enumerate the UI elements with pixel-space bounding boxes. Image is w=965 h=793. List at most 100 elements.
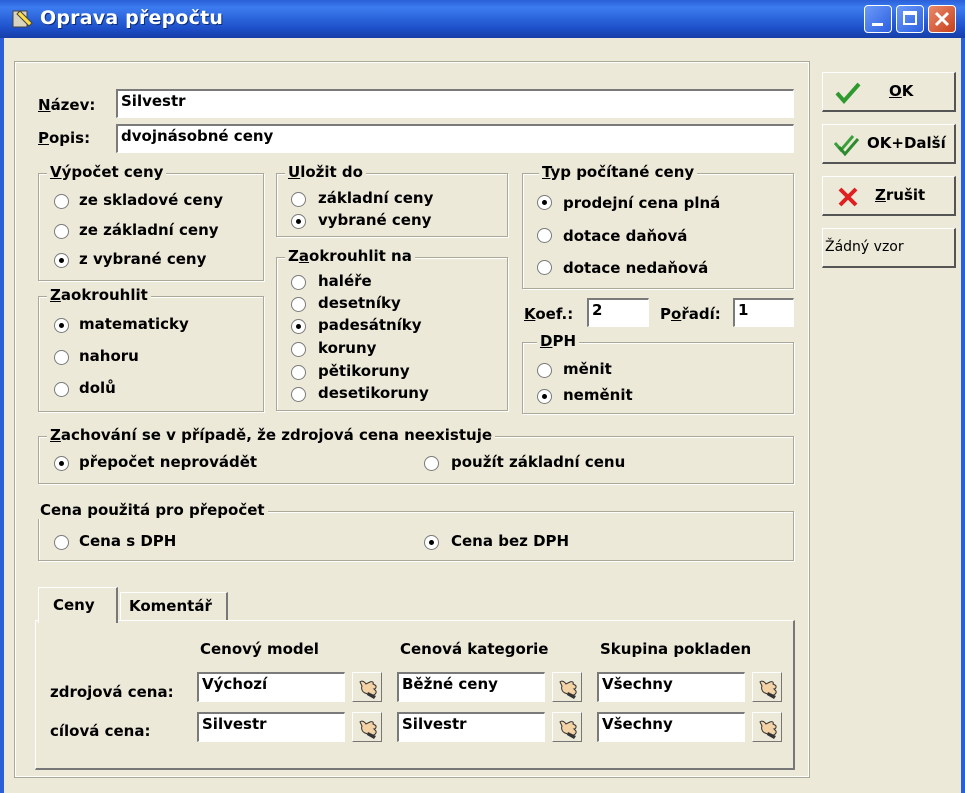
petikoruny-label: pětikoruny <box>318 362 410 380</box>
dph-title: DPH <box>537 332 580 350</box>
minimize-icon <box>872 23 883 26</box>
halere-label: haléře <box>318 272 372 290</box>
radio-cena-s-dph[interactable] <box>54 535 69 550</box>
nazev-input[interactable]: Silvestr <box>116 89 794 118</box>
radio-prodejni-cena-plna[interactable] <box>537 195 552 210</box>
zakladni-ceny-label: základní ceny <box>318 189 434 207</box>
zdroj-cenova-kategorie-input[interactable]: Běžné ceny <box>397 672 545 702</box>
desetniky-label: desetníky <box>318 294 401 312</box>
checkmark-icon <box>835 82 861 105</box>
zdrojova-cena-label: zdrojová cena: <box>50 683 174 701</box>
cil-skupina-pokladen-input[interactable]: Všechny <box>597 712 745 742</box>
app-icon <box>12 10 33 28</box>
tab-komentar-label: Komentář <box>129 597 212 615</box>
radio-halere[interactable] <box>291 275 306 290</box>
prodejni-cena-plna-label: prodejní cena plná <box>563 194 721 212</box>
ok-label: OK <box>889 82 914 100</box>
zdroj-skupina-pokladen-input[interactable]: Všechny <box>597 672 745 702</box>
prepocet-neprovadet-label: přepočet neprovádět <box>79 453 258 471</box>
zaokrouhlit-na-title: Zaokrouhlit na <box>285 247 415 265</box>
cil-cenovy-model-pick-button[interactable] <box>352 712 382 742</box>
menit-label: měnit <box>563 360 612 378</box>
radio-ze-zakladni-ceny[interactable] <box>54 224 69 239</box>
zrusit-button[interactable]: Zrušit <box>822 176 956 216</box>
nahoru-label: nahoru <box>79 347 139 365</box>
hand-pointer-icon <box>759 680 777 699</box>
poradi-input[interactable]: 1 <box>733 298 794 327</box>
vybrane-ceny-label: vybrané ceny <box>318 211 432 229</box>
radio-menit[interactable] <box>537 363 552 378</box>
maximize-icon <box>903 11 917 25</box>
cena-bez-dph-label: Cena bez DPH <box>451 532 570 550</box>
padesatniky-label: padesátníky <box>318 316 422 334</box>
zadny-vzor-button[interactable]: Žádný vzor <box>822 228 956 268</box>
radio-pouzit-zakladni-cenu[interactable] <box>424 456 439 471</box>
minimize-button[interactable] <box>864 5 892 33</box>
cena-s-dph-label: Cena s DPH <box>79 532 177 550</box>
radio-nemenit[interactable] <box>537 389 552 404</box>
radio-z-vybrane-ceny[interactable] <box>54 253 69 268</box>
maximize-button[interactable] <box>896 5 924 33</box>
radio-prepocet-neprovadet[interactable] <box>54 456 69 471</box>
zdroj-cenova-kategorie-pick-button[interactable] <box>552 672 582 702</box>
cena-pouzita-title: Cena použitá pro přepočet <box>37 501 268 519</box>
koef-input[interactable]: 2 <box>587 298 649 327</box>
cancel-x-icon <box>838 187 858 207</box>
col-cenova-kategorie: Cenová kategorie <box>400 640 549 658</box>
nemenit-label: neměnit <box>563 386 633 404</box>
tab-komentar[interactable]: Komentář <box>120 592 228 620</box>
radio-padesatniky[interactable] <box>291 319 306 334</box>
ulozit-do-title: Uložit do <box>285 163 366 181</box>
radio-petikoruny[interactable] <box>291 365 306 380</box>
poradi-label: Pořadí: <box>660 305 721 323</box>
radio-dolu[interactable] <box>54 382 69 397</box>
radio-desetniky[interactable] <box>291 297 306 312</box>
zaokrouhlit-group: Zaokrouhlit <box>38 286 264 412</box>
vypocet-ceny-title: Výpočet ceny <box>47 163 167 181</box>
koef-label: Koef.: <box>524 305 574 323</box>
tab-ceny[interactable]: Ceny <box>38 587 118 623</box>
radio-koruny[interactable] <box>291 342 306 357</box>
zdroj-cenovy-model-pick-button[interactable] <box>352 672 382 702</box>
radio-desetikoruny[interactable] <box>291 387 306 402</box>
zdroj-cenovy-model-input[interactable]: Výchozí <box>197 672 345 702</box>
dotace-nedanova-label: dotace nedaňová <box>563 259 709 277</box>
matematicky-label: matematicky <box>79 315 189 333</box>
hand-pointer-icon <box>359 680 377 699</box>
koruny-label: koruny <box>318 339 377 357</box>
cilova-cena-label: cílová cena: <box>50 722 151 740</box>
double-checkmark-icon <box>833 135 860 157</box>
ze-zakladni-ceny-label: ze základní ceny <box>79 221 219 239</box>
window-title: Oprava přepočtu <box>40 7 224 29</box>
pouzit-zakladni-cenu-label: použít základní cenu <box>451 453 626 471</box>
radio-zakladni-ceny[interactable] <box>291 192 306 207</box>
close-button[interactable] <box>928 5 956 33</box>
dolu-label: dolů <box>79 379 116 397</box>
ok-button[interactable]: OK <box>822 72 956 112</box>
radio-vybrane-ceny[interactable] <box>291 214 306 229</box>
cil-cenovy-model-input[interactable]: Silvestr <box>197 712 345 742</box>
col-cenovy-model: Cenový model <box>200 640 319 658</box>
radio-dotace-danova[interactable] <box>537 228 552 243</box>
window-frame-left <box>0 38 4 793</box>
cil-cenova-kategorie-pick-button[interactable] <box>552 712 582 742</box>
cil-skupina-pokladen-pick-button[interactable] <box>752 712 782 742</box>
ze-skladove-ceny-label: ze skladové ceny <box>79 191 224 209</box>
zachovani-title: Zachování se v případě, že zdrojová cena… <box>47 426 496 444</box>
radio-nahoru[interactable] <box>54 350 69 365</box>
radio-matematicky[interactable] <box>54 318 69 333</box>
z-vybrane-ceny-label: z vybrané ceny <box>79 250 207 268</box>
desetikoruny-label: desetikoruny <box>318 384 429 402</box>
ok-dalsi-button[interactable]: OK+Další <box>822 124 956 164</box>
nazev-label: Název: <box>38 96 96 114</box>
zaokrouhlit-title: Zaokrouhlit <box>47 286 151 304</box>
col-skupina-pokladen: Skupina pokladen <box>600 640 752 658</box>
window-frame-right <box>961 38 965 793</box>
radio-cena-bez-dph[interactable] <box>424 535 439 550</box>
popis-input[interactable]: dvojnásobné ceny <box>116 124 794 153</box>
radio-dotace-nedanova[interactable] <box>537 260 552 275</box>
hand-pointer-icon <box>359 720 377 739</box>
cil-cenova-kategorie-input[interactable]: Silvestr <box>397 712 545 742</box>
zdroj-skupina-pokladen-pick-button[interactable] <box>752 672 782 702</box>
radio-ze-skladove-ceny[interactable] <box>54 194 69 209</box>
